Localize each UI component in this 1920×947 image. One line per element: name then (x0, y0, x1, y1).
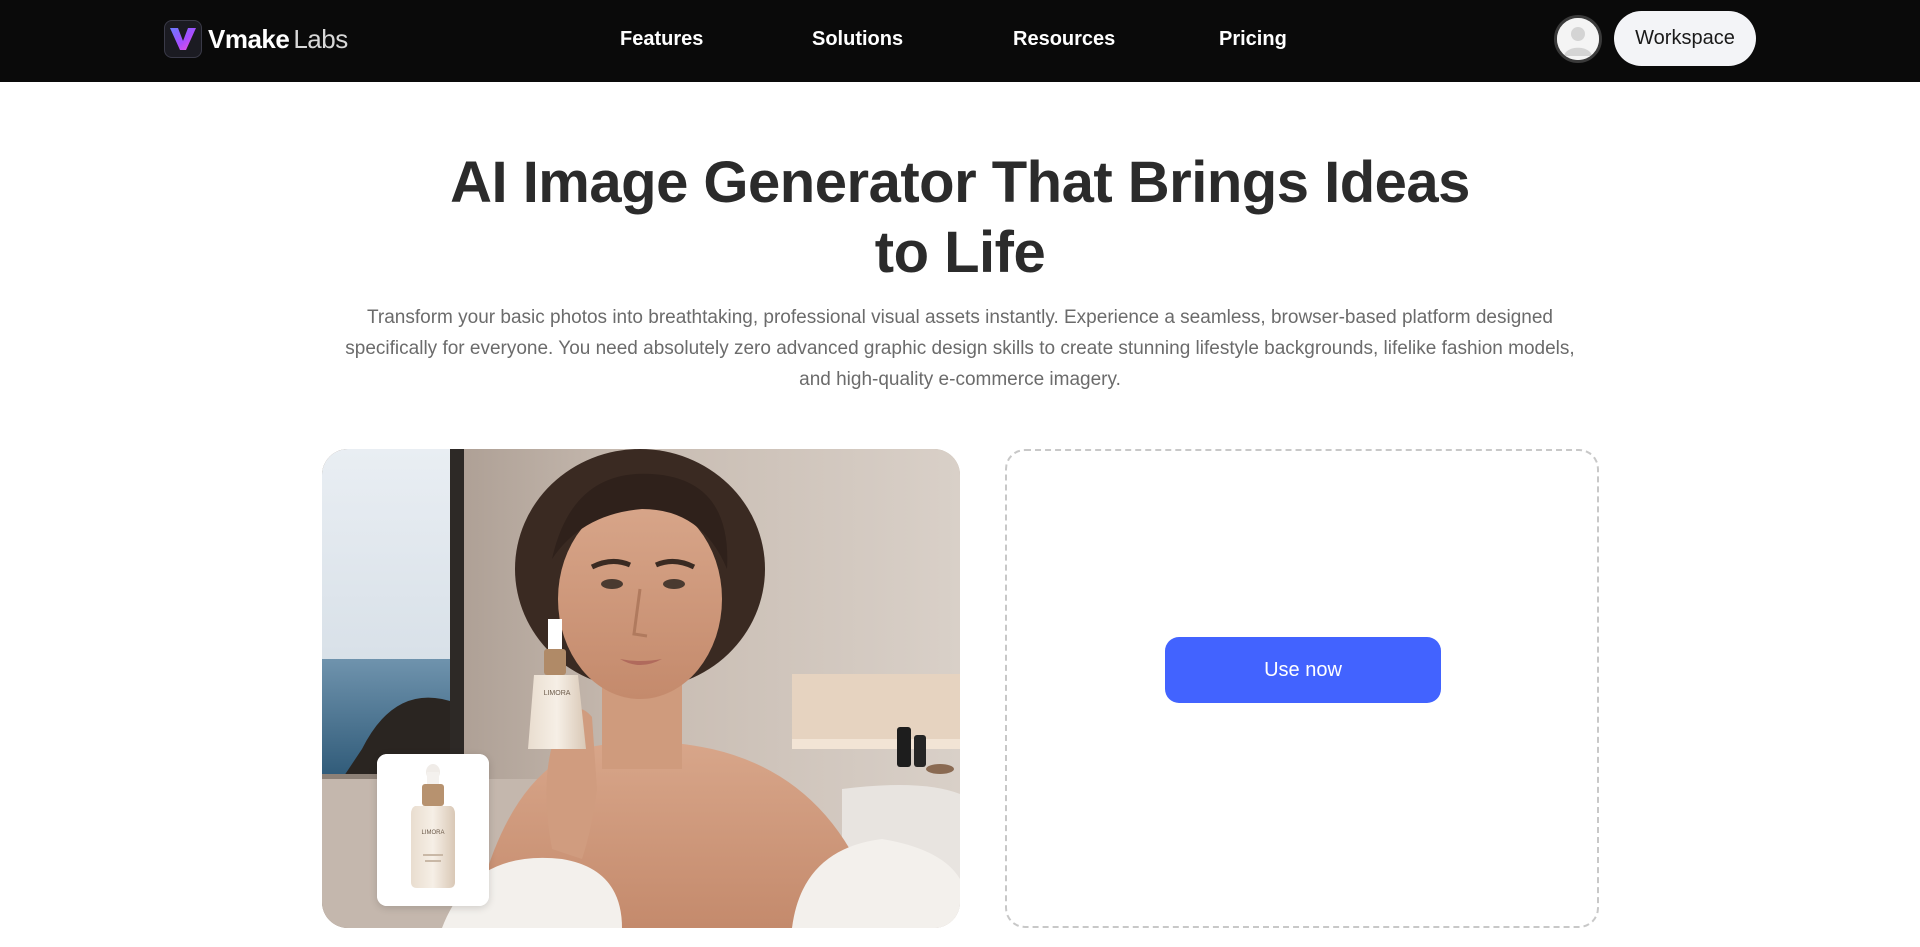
use-now-button[interactable]: Use now (1165, 637, 1441, 703)
user-avatar-button[interactable] (1554, 15, 1602, 63)
page-title: AI Image Generator That Brings Ideas to … (360, 148, 1560, 288)
svg-text:LIMORA: LIMORA (544, 690, 571, 697)
vmake-logo-icon (164, 20, 202, 58)
hero-description-line-1: Transform your basic photos into breatht… (367, 307, 1553, 328)
nav-item-features[interactable]: Features (620, 28, 703, 51)
product-label: LIMORA (421, 830, 444, 836)
showcase-image: LIMORA LIMORA (322, 449, 960, 928)
top-navigation-bar: Vmake Labs Features Solutions Resources … (0, 0, 1920, 82)
brand-name: Vmake (208, 23, 290, 54)
user-avatar-icon (1557, 18, 1599, 60)
nav-item-pricing[interactable]: Pricing (1219, 28, 1287, 51)
page-title-line-1: AI Image Generator That Brings Ideas (450, 150, 1470, 215)
product-thumbnail: LIMORA (377, 754, 489, 906)
serum-bottle-icon: LIMORA (377, 754, 489, 906)
nav-item-resources[interactable]: Resources (1013, 28, 1115, 51)
page-title-line-2: to Life (874, 220, 1046, 285)
hero-description-line-3: and high-quality e-commerce imagery. (799, 369, 1121, 390)
upload-drop-zone[interactable]: Use now (1005, 449, 1599, 928)
brand-logo-link[interactable]: Vmake Labs (164, 20, 348, 58)
hero-description: Transform your basic photos into breatht… (310, 302, 1610, 395)
brand-suffix: Labs (293, 23, 348, 54)
nav-item-solutions[interactable]: Solutions (812, 28, 903, 51)
hero-description-line-2: specifically for everyone. You need abso… (345, 338, 1575, 359)
workspace-button[interactable]: Workspace (1614, 11, 1756, 66)
